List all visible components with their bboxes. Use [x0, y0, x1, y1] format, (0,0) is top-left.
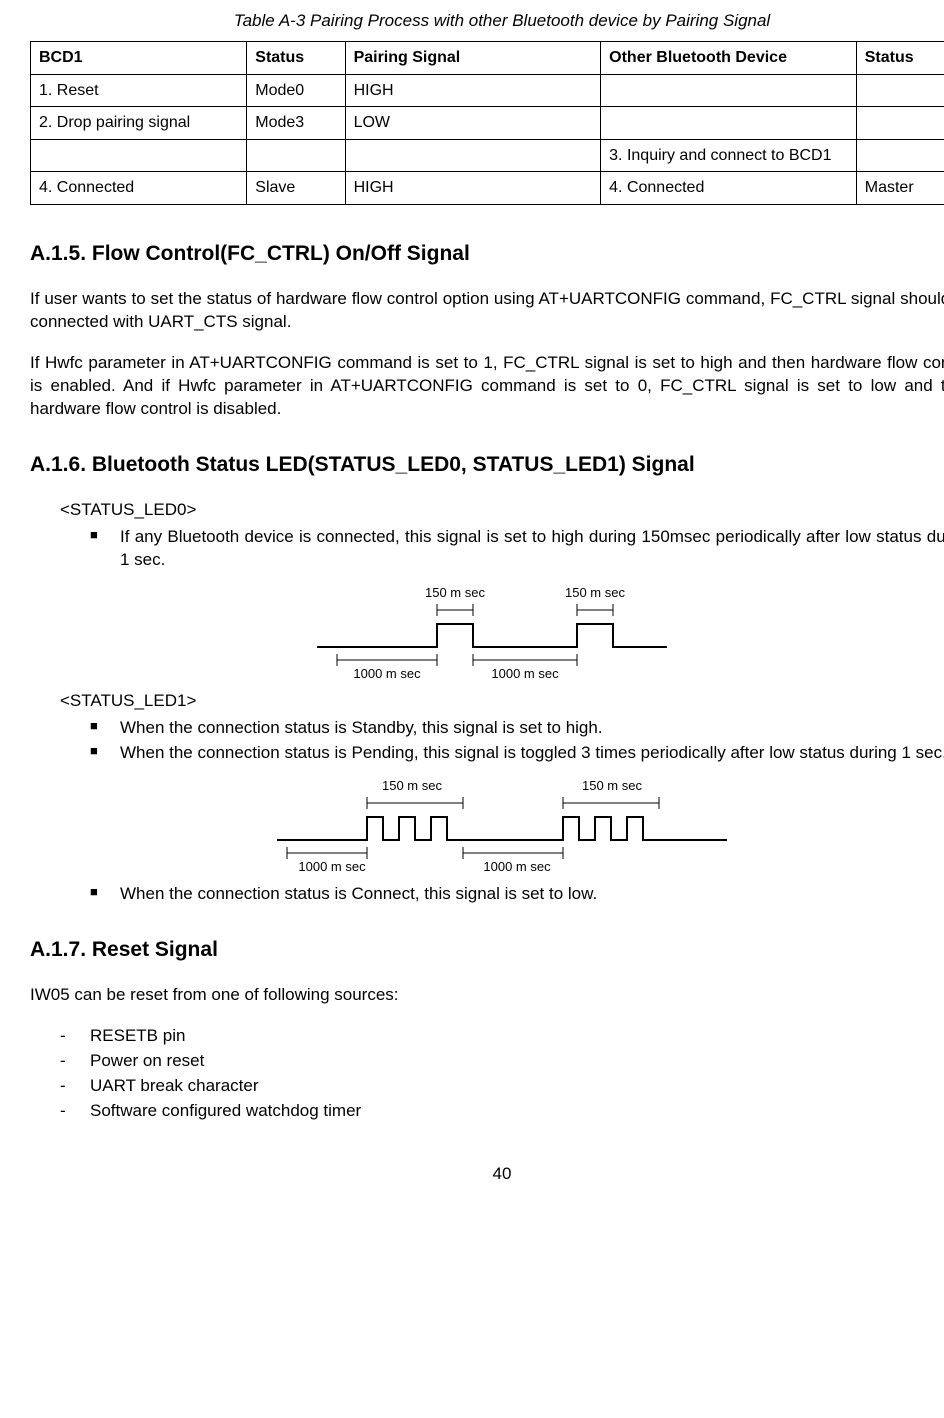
cell: LOW [345, 107, 601, 140]
cell [601, 74, 857, 107]
cell: 3. Inquiry and connect to BCD1 [601, 139, 857, 172]
a17-list: RESETB pin Power on reset UART break cha… [60, 1025, 944, 1123]
table-header-row: BCD1 Status Pairing Signal Other Bluetoo… [31, 41, 944, 74]
cell: Mode0 [247, 74, 345, 107]
cell [247, 139, 345, 172]
cell: HIGH [345, 172, 601, 205]
diagram-label: 150 m sec [582, 778, 642, 793]
list-item: When the connection status is Standby, t… [90, 717, 944, 740]
diagram-label: 150 m sec [425, 585, 485, 600]
cell [856, 74, 944, 107]
page-number: 40 [30, 1163, 944, 1186]
list-item: If any Bluetooth device is connected, th… [90, 526, 944, 572]
cell: HIGH [345, 74, 601, 107]
led1-label: <STATUS_LED1> [60, 690, 944, 713]
cell [31, 139, 247, 172]
table-row: 2. Drop pairing signal Mode3 LOW [31, 107, 944, 140]
led0-list: If any Bluetooth device is connected, th… [90, 526, 944, 572]
table-row: 4. Connected Slave HIGH 4. Connected Mas… [31, 172, 944, 205]
list-item: Power on reset [60, 1050, 944, 1073]
diagram-label: 1000 m sec [483, 859, 551, 874]
table-row: 1. Reset Mode0 HIGH [31, 74, 944, 107]
cell: 2. Drop pairing signal [31, 107, 247, 140]
heading-a17: A.1.7. Reset Signal [30, 936, 944, 964]
list-item: When the connection status is Pending, t… [90, 742, 944, 765]
cell: 1. Reset [31, 74, 247, 107]
th-bcd1: BCD1 [31, 41, 247, 74]
heading-a15: A.1.5. Flow Control(FC_CTRL) On/Off Sign… [30, 240, 944, 268]
diagram-label: 1000 m sec [298, 859, 366, 874]
a17-p1: IW05 can be reset from one of following … [30, 984, 944, 1007]
list-item: When the connection status is Connect, t… [90, 883, 944, 906]
cell [345, 139, 601, 172]
list-item: UART break character [60, 1075, 944, 1098]
diagram-label: 150 m sec [565, 585, 625, 600]
cell: 4. Connected [31, 172, 247, 205]
th-other: Other Bluetooth Device [601, 41, 857, 74]
heading-a16: A.1.6. Bluetooth Status LED(STATUS_LED0,… [30, 451, 944, 479]
diagram-label: 1000 m sec [353, 666, 421, 681]
timing-diagram-led1: 150 m sec 150 m sec 1000 m sec 1000 m se… [267, 775, 737, 875]
pairing-table: BCD1 Status Pairing Signal Other Bluetoo… [30, 41, 944, 205]
diagram-label: 150 m sec [382, 778, 442, 793]
cell: Slave [247, 172, 345, 205]
cell [601, 107, 857, 140]
led0-label: <STATUS_LED0> [60, 499, 944, 522]
cell [856, 139, 944, 172]
diagram-label: 1000 m sec [491, 666, 559, 681]
led1-list: When the connection status is Standby, t… [90, 717, 944, 765]
table-title: Table A-3 Pairing Process with other Blu… [30, 10, 944, 33]
timing-diagram-led0: 150 m sec 150 m sec 1000 m sec 1000 m se… [307, 582, 697, 682]
list-item: RESETB pin [60, 1025, 944, 1048]
th-status2: Status [856, 41, 944, 74]
cell: Mode3 [247, 107, 345, 140]
led1-list-after: When the connection status is Connect, t… [90, 883, 944, 906]
a15-p1: If user wants to set the status of hardw… [30, 288, 944, 334]
th-signal: Pairing Signal [345, 41, 601, 74]
a15-p2: If Hwfc parameter in AT+UARTCONFIG comma… [30, 352, 944, 421]
table-row: 3. Inquiry and connect to BCD1 [31, 139, 944, 172]
list-item: Software configured watchdog timer [60, 1100, 944, 1123]
cell: 4. Connected [601, 172, 857, 205]
cell: Master [856, 172, 944, 205]
cell [856, 107, 944, 140]
th-status: Status [247, 41, 345, 74]
